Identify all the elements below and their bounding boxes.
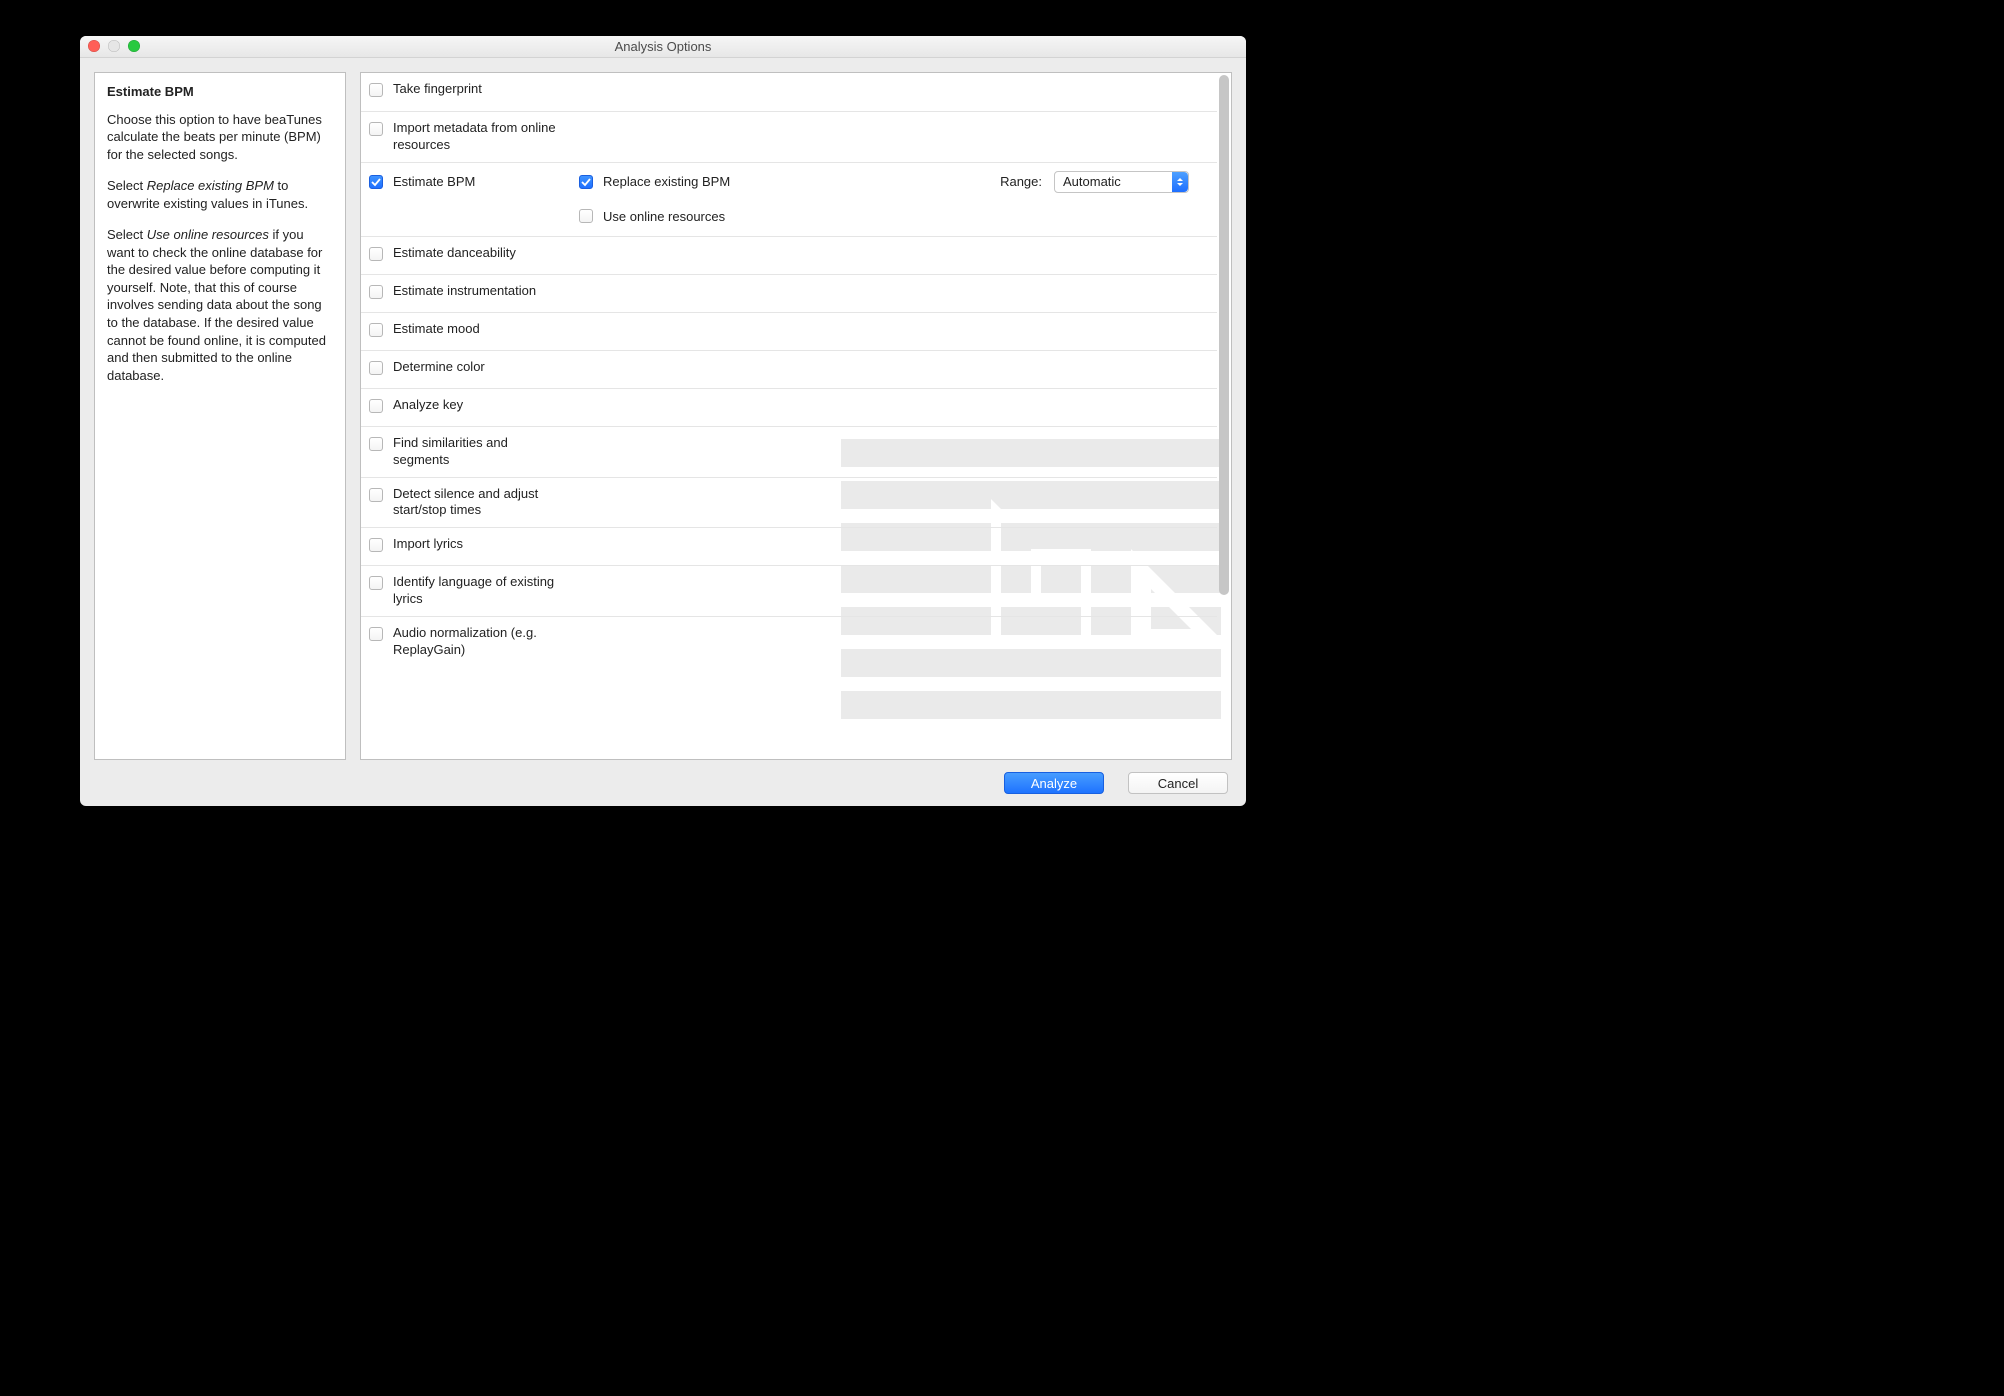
option-label: Estimate mood	[393, 321, 480, 338]
checkbox-estimate-bpm[interactable]	[369, 175, 383, 189]
cancel-button[interactable]: Cancel	[1128, 772, 1228, 794]
checkbox-estimate-danceability[interactable]	[369, 247, 383, 261]
range-value: Automatic	[1063, 174, 1121, 189]
option-label: Replace existing BPM	[603, 174, 730, 189]
checkbox-use-online[interactable]	[579, 209, 593, 223]
option-label: Determine color	[393, 359, 485, 376]
option-identify-language[interactable]: Identify language of existing lyrics	[361, 565, 1217, 616]
option-detect-silence[interactable]: Detect silence and adjust start/stop tim…	[361, 477, 1217, 528]
checkbox-import-lyrics[interactable]	[369, 538, 383, 552]
help-paragraph-1: Choose this option to have beaTunes calc…	[107, 111, 333, 164]
checkbox-identify-language[interactable]	[369, 576, 383, 590]
checkbox-import-metadata[interactable]	[369, 122, 383, 136]
option-label: Import metadata from online resources	[393, 120, 563, 154]
titlebar: Analysis Options	[80, 36, 1246, 58]
window-controls	[88, 40, 140, 52]
window-title: Analysis Options	[615, 39, 712, 54]
option-audio-normalization[interactable]: Audio normalization (e.g. ReplayGain)	[361, 616, 1217, 667]
zoom-icon[interactable]	[128, 40, 140, 52]
option-take-fingerprint[interactable]: Take fingerprint	[361, 73, 1217, 111]
help-panel: Estimate BPM Choose this option to have …	[94, 72, 346, 760]
checkbox-estimate-instrumentation[interactable]	[369, 285, 383, 299]
options-list: Take fingerprint Import metadata from on…	[361, 73, 1217, 759]
options-panel: Take fingerprint Import metadata from on…	[360, 72, 1232, 760]
checkbox-analyze-key[interactable]	[369, 399, 383, 413]
option-label: Analyze key	[393, 397, 463, 414]
close-icon[interactable]	[88, 40, 100, 52]
help-paragraph-3: Select Use online resources if you want …	[107, 226, 333, 384]
checkbox-replace-bpm[interactable]	[579, 175, 593, 189]
option-label: Detect silence and adjust start/stop tim…	[393, 486, 563, 520]
option-analyze-key[interactable]: Analyze key	[361, 388, 1217, 426]
option-estimate-danceability[interactable]: Estimate danceability	[361, 236, 1217, 274]
option-import-metadata[interactable]: Import metadata from online resources	[361, 111, 1217, 162]
option-label: Estimate instrumentation	[393, 283, 536, 300]
help-heading: Estimate BPM	[107, 83, 333, 101]
analyze-button[interactable]: Analyze	[1004, 772, 1104, 794]
checkbox-estimate-mood[interactable]	[369, 323, 383, 337]
checkbox-find-similarities[interactable]	[369, 437, 383, 451]
checkbox-take-fingerprint[interactable]	[369, 83, 383, 97]
option-estimate-instrumentation[interactable]: Estimate instrumentation	[361, 274, 1217, 312]
help-paragraph-2: Select Replace existing BPM to overwrite…	[107, 177, 333, 212]
range-select[interactable]: Automatic	[1054, 171, 1189, 193]
analysis-options-window: Analysis Options Estimate BPM Choose thi…	[80, 36, 1246, 806]
dialog-footer: Analyze Cancel	[80, 760, 1246, 806]
option-label: Take fingerprint	[393, 81, 482, 98]
checkbox-audio-normalization[interactable]	[369, 627, 383, 641]
option-label: Identify language of existing lyrics	[393, 574, 563, 608]
option-label: Import lyrics	[393, 536, 463, 553]
option-label: Audio normalization (e.g. ReplayGain)	[393, 625, 563, 659]
option-estimate-bpm: Estimate BPM Replace existing BPM Range:…	[361, 162, 1217, 236]
option-label: Find similarities and segments	[393, 435, 563, 469]
option-label: Estimate danceability	[393, 245, 516, 262]
minimize-icon	[108, 40, 120, 52]
option-estimate-mood[interactable]: Estimate mood	[361, 312, 1217, 350]
option-determine-color[interactable]: Determine color	[361, 350, 1217, 388]
option-label: Use online resources	[603, 209, 725, 224]
option-import-lyrics[interactable]: Import lyrics	[361, 527, 1217, 565]
dialog-body: Estimate BPM Choose this option to have …	[80, 58, 1246, 760]
select-stepper-icon	[1172, 172, 1188, 192]
option-label: Estimate BPM	[393, 174, 475, 189]
option-find-similarities[interactable]: Find similarities and segments	[361, 426, 1217, 477]
checkbox-detect-silence[interactable]	[369, 488, 383, 502]
range-label: Range:	[1000, 174, 1042, 189]
checkbox-determine-color[interactable]	[369, 361, 383, 375]
scrollbar-thumb[interactable]	[1219, 75, 1229, 595]
